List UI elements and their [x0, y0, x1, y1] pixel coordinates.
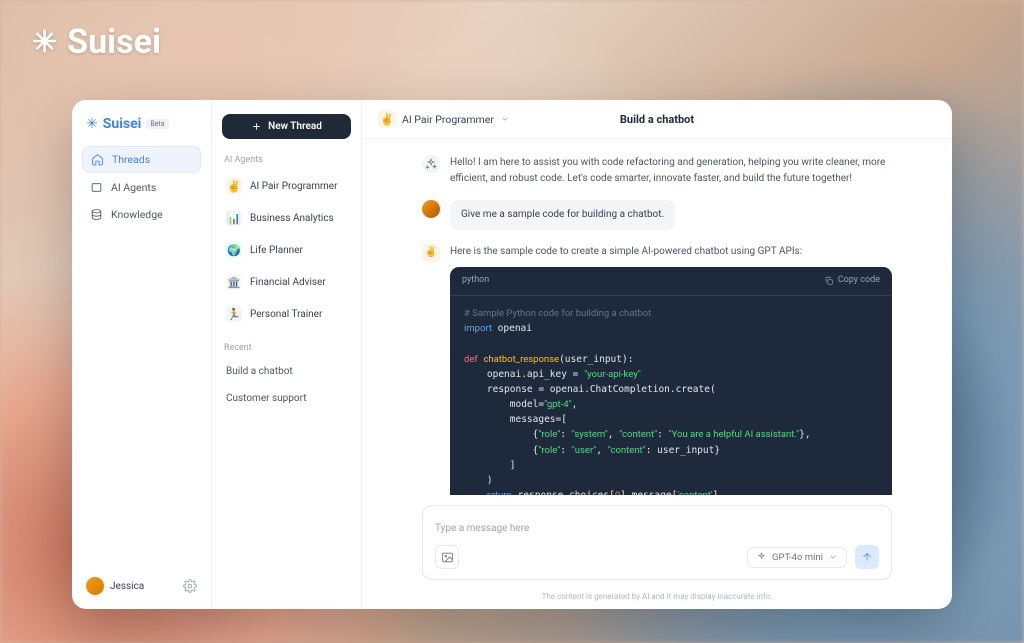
database-icon	[90, 208, 103, 221]
home-icon	[91, 153, 104, 166]
copy-label: Copy code	[838, 274, 880, 288]
user-name: Jessica	[110, 581, 144, 592]
header-agent-name: AI Pair Programmer	[402, 113, 494, 126]
attach-image-button[interactable]	[435, 545, 459, 569]
ai-disclaimer: The content is generated by AI and it ma…	[362, 588, 952, 609]
recent-thread-support[interactable]: Customer support	[222, 388, 351, 409]
sidebar: ✳ Suisei Beta Threads AI Agents Knowledg…	[72, 100, 212, 609]
new-thread-button[interactable]: New Thread	[222, 114, 351, 139]
model-name: GPT-4o mini	[772, 552, 823, 563]
user-avatar-icon	[422, 200, 440, 218]
nav-threads[interactable]: Threads	[82, 146, 201, 173]
threads-panel: New Thread AI Agents ✌️ AI Pair Programme…	[212, 100, 362, 609]
nav-knowledge[interactable]: Knowledge	[82, 202, 201, 227]
runner-icon: 🏃	[226, 306, 242, 322]
thread-title: Build a chatbot	[620, 113, 694, 126]
beta-badge: Beta	[146, 119, 168, 129]
message-input[interactable]	[435, 523, 879, 534]
code-block: python Copy code # Sample Python code fo…	[450, 267, 892, 495]
arrow-up-icon	[861, 551, 873, 563]
agent-emoji-icon: ✌️	[226, 178, 242, 194]
plus-icon	[251, 121, 262, 132]
app-logo: ✳ Suisei Beta	[82, 114, 201, 146]
copy-icon	[824, 276, 834, 286]
brand-star-icon: ✳	[32, 25, 57, 60]
message-input-box[interactable]: GPT-4o mini	[422, 505, 892, 580]
composer: GPT-4o mini	[362, 495, 952, 588]
image-icon	[441, 551, 454, 564]
agent-personal-trainer[interactable]: 🏃 Personal Trainer	[222, 301, 351, 327]
logo-star-icon: ✳	[86, 116, 98, 132]
sparkle-icon	[422, 155, 440, 173]
chart-icon: 📊	[226, 210, 242, 226]
agent-business-analytics[interactable]: 📊 Business Analytics	[222, 205, 351, 231]
agent-emoji-icon: ✌️	[378, 110, 396, 128]
code-content[interactable]: # Sample Python code for building a chat…	[450, 296, 892, 495]
agent-label: Life Planner	[250, 245, 303, 256]
agent-icon	[90, 181, 103, 194]
main-area: ✌️ AI Pair Programmer Build a chatbot He…	[362, 100, 952, 609]
copy-code-button[interactable]: Copy code	[824, 274, 880, 288]
globe-icon: 🌍	[226, 242, 242, 258]
model-selector[interactable]: GPT-4o mini	[747, 547, 847, 568]
app-window: ✳ Suisei Beta Threads AI Agents Knowledg…	[72, 100, 952, 609]
chevron-down-icon	[828, 552, 838, 562]
nav-label: AI Agents	[111, 181, 156, 194]
brand-overlay: ✳ Suisei	[32, 22, 161, 62]
code-language: python	[462, 274, 489, 288]
nav-ai-agents[interactable]: AI Agents	[82, 175, 201, 200]
message-text: Here is the sample code to create a simp…	[450, 244, 892, 260]
agent-financial-adviser[interactable]: 🏛️ Financial Adviser	[222, 269, 351, 295]
message-agent: ✌️ Here is the sample code to create a s…	[422, 244, 892, 496]
bank-icon: 🏛️	[226, 274, 242, 290]
recent-section-label: Recent	[222, 343, 351, 353]
message-text: Hello! I am here to assist you with code…	[450, 155, 892, 186]
message-user: Give me a sample code for building a cha…	[422, 200, 892, 230]
user-avatar	[86, 577, 104, 595]
sparkle-icon	[756, 552, 767, 563]
agent-label: Financial Adviser	[250, 277, 326, 288]
header-agent-selector[interactable]: ✌️ AI Pair Programmer	[378, 110, 510, 128]
chat-scroll[interactable]: Hello! I am here to assist you with code…	[362, 139, 952, 495]
agent-label: Personal Trainer	[250, 309, 322, 320]
message-text: Give me a sample code for building a cha…	[450, 200, 675, 230]
agent-ai-pair-programmer[interactable]: ✌️ AI Pair Programmer	[222, 173, 351, 199]
nav-label: Threads	[112, 153, 150, 166]
settings-icon[interactable]	[183, 579, 197, 593]
agent-label: Business Analytics	[250, 213, 334, 224]
chat-header: ✌️ AI Pair Programmer Build a chatbot	[362, 100, 952, 139]
nav-label: Knowledge	[111, 208, 163, 221]
user-profile[interactable]: Jessica	[86, 577, 144, 595]
recent-thread-chatbot[interactable]: Build a chatbot	[222, 361, 351, 382]
message-ai-intro: Hello! I am here to assist you with code…	[422, 155, 892, 186]
agent-life-planner[interactable]: 🌍 Life Planner	[222, 237, 351, 263]
agent-label: AI Pair Programmer	[250, 181, 338, 192]
chevron-down-icon	[500, 114, 510, 124]
app-name: Suisei	[103, 116, 142, 132]
send-button[interactable]	[855, 545, 879, 569]
brand-name: Suisei	[67, 22, 161, 62]
agent-emoji-icon: ✌️	[422, 244, 440, 262]
new-thread-label: New Thread	[268, 121, 322, 132]
agents-section-label: AI Agents	[222, 155, 351, 165]
